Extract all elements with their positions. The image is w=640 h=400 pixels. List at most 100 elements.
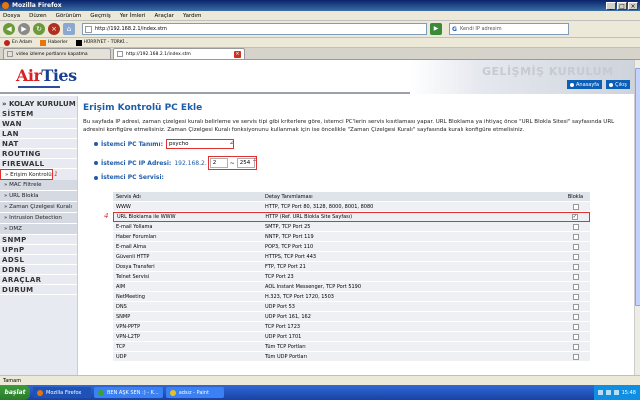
block-checkbox[interactable] <box>572 353 579 360</box>
sidebar-item-durum[interactable]: DURUM <box>0 285 77 295</box>
sidebar-item-adsl[interactable]: ADSL <box>0 255 77 265</box>
block-checkbox[interactable] <box>572 273 579 280</box>
service-detail: Tüm TCP Portları <box>265 343 306 350</box>
block-cell <box>561 333 590 340</box>
status-bar: Tamam <box>0 375 640 385</box>
sidebar-sub-zaman-cizelgesi[interactable]: » Zaman Çizelgesi Kuralı <box>0 202 77 213</box>
table-row: WWW HTTP, TCP Port 80, 3128, 8000, 8001, … <box>113 202 590 212</box>
menu-yardim[interactable]: Yardım <box>183 13 202 19</box>
block-checkbox[interactable] <box>572 223 579 230</box>
block-checkbox[interactable] <box>572 253 579 260</box>
service-detail: HTTP, TCP Port 80, 3128, 8000, 8001, 808… <box>265 203 374 210</box>
menu-gecmis[interactable]: Geçmiş <box>90 13 110 19</box>
forward-icon[interactable]: ▶ <box>18 23 30 35</box>
block-checkbox[interactable] <box>572 283 579 290</box>
menu-araclar[interactable]: Araçlar <box>154 13 174 19</box>
menu-gorunum[interactable]: Görünüm <box>56 13 82 19</box>
sidebar-item-upnp[interactable]: UPnP <box>0 245 77 255</box>
taskbar-messenger[interactable]: BEN AŞK SEN :) - K... <box>94 387 163 398</box>
scrollbar-thumb[interactable] <box>635 68 640 306</box>
block-checkbox[interactable] <box>572 243 579 250</box>
home-icon[interactable]: ⌂ <box>63 23 75 35</box>
table-row: SNMP UDP Port 161, 162 <box>113 312 590 322</box>
sidebar-item-sistem[interactable]: SİSTEM <box>0 109 77 119</box>
sidebar-item-routing[interactable]: ROUTING <box>0 149 77 159</box>
block-checkbox[interactable] <box>572 233 579 240</box>
menu-duzen[interactable]: Düzen <box>29 13 46 19</box>
sidebar-sub-dmz[interactable]: » DMZ <box>0 224 77 235</box>
block-checkbox[interactable] <box>572 303 579 310</box>
block-checkbox[interactable] <box>572 313 579 320</box>
table-row: E-mail Alma POP3, TCP Port 110 <box>113 242 590 252</box>
menu-dosya[interactable]: Dosya <box>3 13 20 19</box>
block-checkbox[interactable] <box>572 333 579 340</box>
tab-favicon <box>7 51 13 57</box>
sidebar-item-ddns[interactable]: DDNS <box>0 265 77 275</box>
service-detail: NNTP, TCP Port 119 <box>265 233 314 240</box>
home-link[interactable]: Anasayfa <box>567 80 603 89</box>
close-icon[interactable]: × <box>628 1 638 10</box>
ip-start-input[interactable]: 2 <box>209 158 228 168</box>
service-name: WWW <box>116 203 131 210</box>
tray-icon[interactable] <box>613 390 619 395</box>
sidebar-sub-mac-filtrele[interactable]: » MAC Filtrele <box>0 180 77 191</box>
minimize-icon[interactable]: _ <box>606 1 616 10</box>
sidebar-item-araclar[interactable]: ARAÇLAR <box>0 275 77 285</box>
block-checkbox[interactable] <box>572 343 579 350</box>
sidebar-item-wan[interactable]: WAN <box>0 119 77 129</box>
sidebar-item-lan[interactable]: LAN <box>0 129 77 139</box>
logout-link[interactable]: Çıkış <box>606 80 630 89</box>
sidebar-sub-url-blokla[interactable]: » URL Blokla <box>0 191 77 202</box>
tab-router[interactable]: http://192.168.2.1/index.stm × <box>113 48 245 59</box>
bookmark-item[interactable]: En Adam <box>4 39 32 46</box>
back-icon[interactable]: ◀ <box>3 23 15 35</box>
pc-description-input[interactable]: psycho <box>166 139 234 149</box>
bookmark-item[interactable]: Haberler <box>40 39 68 46</box>
windows-taskbar: başlat Mozilla Firefox BEN AŞK SEN :) - … <box>0 385 640 400</box>
table-row: Haber Forumları NNTP, TCP Port 119 <box>113 232 590 242</box>
tray-icon[interactable] <box>597 390 603 395</box>
pc-service-label: İstemci PC Servisi: <box>101 174 164 181</box>
taskbar-firefox[interactable]: Mozilla Firefox <box>33 387 91 398</box>
url-bar[interactable]: http://192.168.2.1/index.stm <box>82 23 427 35</box>
window-title: Mozilla Firefox <box>12 2 62 9</box>
reload-icon[interactable]: ↻ <box>33 23 45 35</box>
close-tab-icon[interactable]: × <box>234 50 241 58</box>
taskbar-paint[interactable]: adsız - Paint <box>165 387 224 398</box>
tab-video[interactable]: video izleme portlarını kapatma <box>3 48 111 59</box>
vertical-scrollbar[interactable] <box>634 60 640 375</box>
logo-underline <box>18 86 60 88</box>
block-checkbox[interactable] <box>572 203 579 210</box>
sidebar-item-firewall[interactable]: FIREWALL <box>0 159 77 169</box>
sidebar-sub-erisim-kontrolu[interactable]: » Erişim Kontrolü <box>0 169 53 180</box>
search-input[interactable]: G Kendi IP adresim <box>449 23 569 35</box>
menu-yer-imleri[interactable]: Yer İmleri <box>120 13 146 19</box>
go-icon[interactable]: ▶ <box>430 23 442 35</box>
sidebar-item-snmp[interactable]: SNMP <box>0 235 77 245</box>
block-cell <box>561 223 590 230</box>
table-row: VPN-PPTP TCP Port 1723 <box>113 322 590 332</box>
tray-icon[interactable] <box>605 390 611 395</box>
service-detail: TCP Port 1723 <box>265 323 301 330</box>
service-name: Dosya Transferi <box>116 263 155 270</box>
table-row: DNS UDP Port 53 <box>113 302 590 312</box>
sidebar: » KOLAY KURULUM SİSTEM WAN LAN NAT ROUTI… <box>0 96 78 375</box>
bookmark-item[interactable]: HÜRRİYET - TÜRKİ... <box>75 39 128 46</box>
table-row: AIM AOL Instant Messenger, TCP Port 5190 <box>113 282 590 292</box>
start-button[interactable]: başlat <box>0 385 30 400</box>
block-checkbox[interactable] <box>572 323 579 330</box>
block-cell <box>561 203 590 210</box>
block-checkbox[interactable]: ✓ <box>571 214 578 220</box>
sidebar-kolay-kurulum[interactable]: » KOLAY KURULUM <box>0 99 77 109</box>
maximize-icon[interactable]: □ <box>617 1 627 10</box>
sidebar-item-nat[interactable]: NAT <box>0 139 77 149</box>
block-checkbox[interactable] <box>572 263 579 270</box>
column-header-detail: Detay Tanımlaması <box>265 193 313 200</box>
stop-icon[interactable]: × <box>48 23 60 35</box>
block-checkbox[interactable] <box>572 293 579 300</box>
sidebar-sub-intrusion-detection[interactable]: » Intrusion Detection <box>0 213 77 224</box>
logout-link-icon <box>609 82 614 87</box>
service-detail: HTTP (Ref. URL Blokla Site Sayfası) <box>265 214 353 220</box>
table-row: E-mail Yollama SMTP, TCP Port 25 <box>113 222 590 232</box>
table-row: TCP Tüm TCP Portları <box>113 342 590 352</box>
